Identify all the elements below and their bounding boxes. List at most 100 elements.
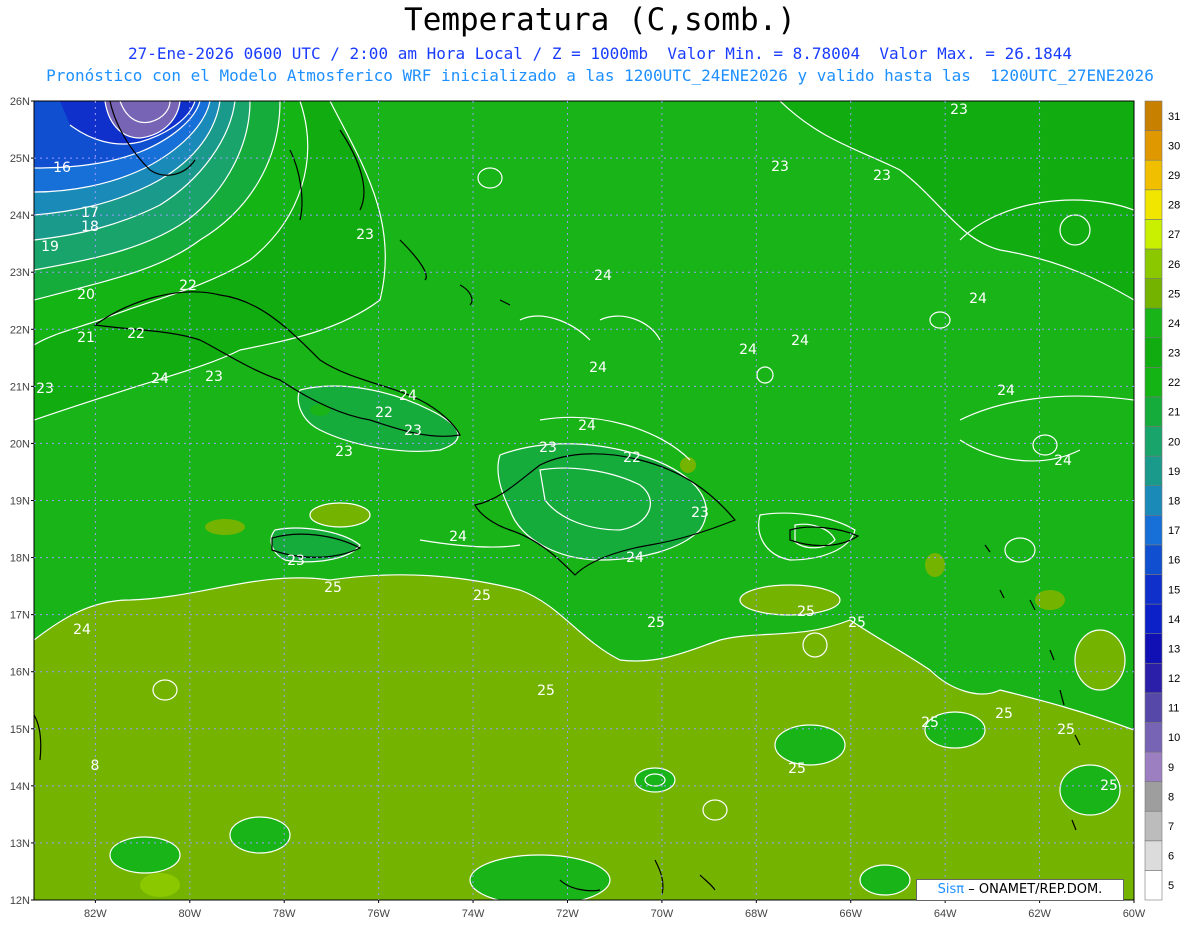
colorbar-label: 13 — [1168, 643, 1180, 655]
contour-label: 25 — [788, 761, 806, 777]
field-25-patch — [680, 457, 696, 473]
colorbar-label: 12 — [1168, 673, 1180, 685]
contour-label: 25 — [1057, 722, 1075, 738]
lon-label: 70W — [651, 908, 674, 920]
contour-label: 24 — [449, 529, 467, 545]
lon-label: 68W — [745, 908, 768, 920]
contour-label: 23 — [36, 381, 54, 397]
sispi-logo: Sisπ — [937, 882, 965, 897]
contour-label: 25 — [324, 580, 342, 596]
colorbar-swatch — [1144, 751, 1163, 782]
contour-label: 21 — [77, 330, 95, 346]
colorbar-swatch — [1144, 426, 1163, 457]
contour-label: 18 — [81, 219, 99, 235]
lat-label: 13N — [10, 838, 30, 850]
colorbar-label: 15 — [1168, 584, 1180, 596]
contour-label: 25 — [1100, 778, 1118, 794]
colorbar-swatch — [1144, 514, 1163, 546]
contour-label: 23 — [950, 102, 968, 118]
contour-label: 24 — [594, 268, 612, 284]
lat-label: 16N — [10, 667, 30, 679]
colorbar-label: 6 — [1168, 851, 1174, 863]
contour-label: 24 — [399, 388, 417, 404]
contour-label: 19 — [41, 239, 59, 255]
colorbar-label: 26 — [1168, 259, 1180, 271]
contour-label: 23 — [873, 168, 891, 184]
colorbar-swatch — [1144, 396, 1163, 427]
colorbar-swatch — [1144, 485, 1163, 516]
colorbar-label: 7 — [1168, 821, 1174, 833]
colorbar-label: 20 — [1168, 436, 1180, 448]
lon-label: 62W — [1028, 908, 1051, 920]
lon-label: 66W — [839, 908, 862, 920]
lat-label: 24N — [10, 210, 30, 222]
page-title: Temperatura (C,somb.) — [404, 2, 796, 38]
colorbar-label: 19 — [1168, 466, 1180, 478]
colorbar-label: 28 — [1168, 200, 1180, 212]
colorbar-label: 8 — [1168, 791, 1174, 803]
lat-label: 22N — [10, 324, 30, 336]
colorbar-label: 10 — [1168, 732, 1180, 744]
colorbar-swatch — [1144, 840, 1163, 871]
contour-label: 23 — [287, 553, 305, 569]
colorbar-swatch — [1144, 574, 1163, 605]
colorbar-label: 31 — [1168, 111, 1180, 123]
colorbar-label: 5 — [1168, 880, 1174, 892]
lat-label: 18N — [10, 553, 30, 565]
contour-label: 25 — [797, 604, 815, 620]
contour-label: 22 — [127, 326, 145, 342]
subtitle-model: Pronóstico con el Modelo Atmosferico WRF… — [46, 66, 1154, 85]
contour-label: 16 — [53, 160, 71, 176]
colorbar-label: 25 — [1168, 288, 1180, 300]
contour-label: 8 — [91, 758, 100, 774]
colorbar-swatch — [1144, 722, 1163, 753]
colorbar-label: 27 — [1168, 229, 1180, 241]
contour-label: 24 — [578, 418, 596, 434]
colorbar-label: 11 — [1168, 703, 1179, 715]
lat-label: 23N — [10, 267, 30, 279]
lon-label: 76W — [367, 908, 390, 920]
lon-label: 78W — [273, 908, 296, 920]
contour-label: 23 — [691, 505, 709, 521]
colorbar-swatch — [1144, 219, 1163, 250]
contour-label: 24 — [997, 383, 1015, 399]
colorbar-swatch — [1144, 130, 1163, 161]
colorbar-label: 18 — [1168, 496, 1180, 508]
lon-label: 64W — [934, 908, 957, 920]
field-25-patch — [205, 519, 245, 535]
contour-label: 25 — [995, 706, 1013, 722]
contour-label: 24 — [73, 622, 91, 638]
colorbar-swatch — [1144, 307, 1163, 339]
lat-label: 20N — [10, 438, 30, 450]
lon-label: 60W — [1123, 908, 1146, 920]
lon-label: 72W — [556, 908, 579, 920]
contour-label: 23 — [404, 423, 422, 439]
colorbar-swatch — [1144, 870, 1163, 901]
contour-label: 24 — [1054, 453, 1072, 469]
colorbar-label: 23 — [1168, 348, 1180, 360]
colorbar-label: 17 — [1168, 525, 1180, 537]
contour-label: 23 — [356, 227, 374, 243]
contour-label: 22 — [375, 405, 393, 421]
colorbar-swatch — [1144, 810, 1163, 842]
colorbar-swatch — [1144, 781, 1163, 812]
contour-label: 25 — [921, 715, 939, 731]
lon-label: 82W — [84, 908, 107, 920]
contour-label: 24 — [626, 550, 644, 566]
lat-label: 26N — [10, 96, 30, 108]
colorbar-swatch — [1144, 367, 1163, 398]
colorbar-swatch — [1144, 603, 1163, 634]
colorbar-label: 22 — [1168, 377, 1180, 389]
colorbar-label: 30 — [1168, 140, 1180, 152]
field-25-patch — [925, 553, 945, 577]
subtitle-minmax: Valor Min. = 8.78004 Valor Max. = 26.184… — [667, 44, 1072, 63]
contour-label: 23 — [771, 159, 789, 175]
latitude-labels: 26N 25N 24N 23N 22N 21N 20N 19N 18N 17N 16N 15N 14N 1… — [10, 96, 34, 907]
colorbar-swatch — [1144, 159, 1163, 191]
lat-label: 25N — [10, 153, 30, 165]
lat-label: 14N — [10, 781, 30, 793]
contour-label: 25 — [537, 683, 555, 699]
colorbar-label: 9 — [1168, 762, 1174, 774]
contour-label: 25 — [848, 615, 866, 631]
colorbar-swatch — [1144, 633, 1163, 664]
